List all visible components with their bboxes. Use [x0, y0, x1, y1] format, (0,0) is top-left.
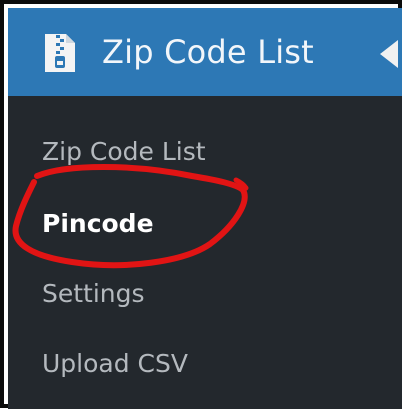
submenu-item-upload-csv[interactable]: Upload CSV: [42, 346, 188, 382]
screenshot-frame: Zip Code List Zip Code List Pincode Sett…: [0, 0, 402, 409]
menu-header-title: Zip Code List: [102, 33, 314, 71]
collapse-arrow-icon[interactable]: [380, 40, 398, 68]
menu-header-zip-code-list[interactable]: Zip Code List: [8, 8, 402, 96]
zip-file-icon: [42, 32, 78, 74]
admin-sidebar-menu: Zip Code List Zip Code List Pincode Sett…: [8, 8, 402, 409]
submenu-item-pincode[interactable]: Pincode: [42, 206, 154, 242]
submenu-item-settings[interactable]: Settings: [42, 276, 145, 312]
submenu-item-zip-code-list[interactable]: Zip Code List: [42, 134, 206, 170]
